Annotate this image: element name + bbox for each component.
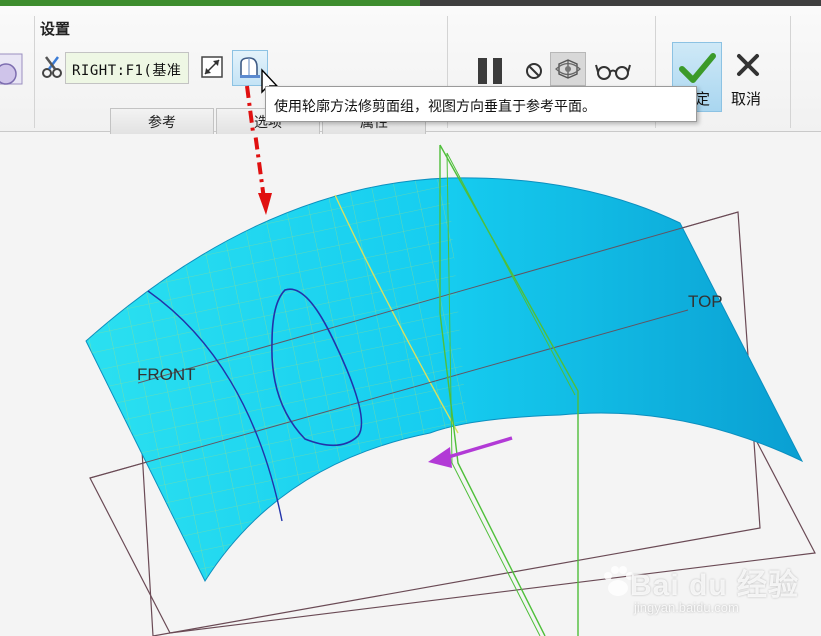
annotation-arrow-shaft [247, 87, 266, 200]
direction-arrow-icon[interactable] [428, 447, 452, 468]
app-window: 设置 RIGHT:F1(基准 参考 选项 属性 取消 FRONT TOP 使用轮… [0, 0, 821, 636]
watermark-brand: Bai du 经验 [630, 569, 800, 602]
watermark: Bai du 经验 jingyan.baidu.com [600, 556, 800, 626]
annotation-arrow-icon [258, 193, 272, 215]
datum-label-top[interactable]: TOP [688, 292, 723, 312]
tooltip: 使用轮廓方法修剪面组，视图方向垂直于参考平面。 [265, 86, 697, 122]
watermark-url: jingyan.baidu.com [634, 600, 739, 615]
datum-label-front[interactable]: FRONT [137, 365, 196, 385]
